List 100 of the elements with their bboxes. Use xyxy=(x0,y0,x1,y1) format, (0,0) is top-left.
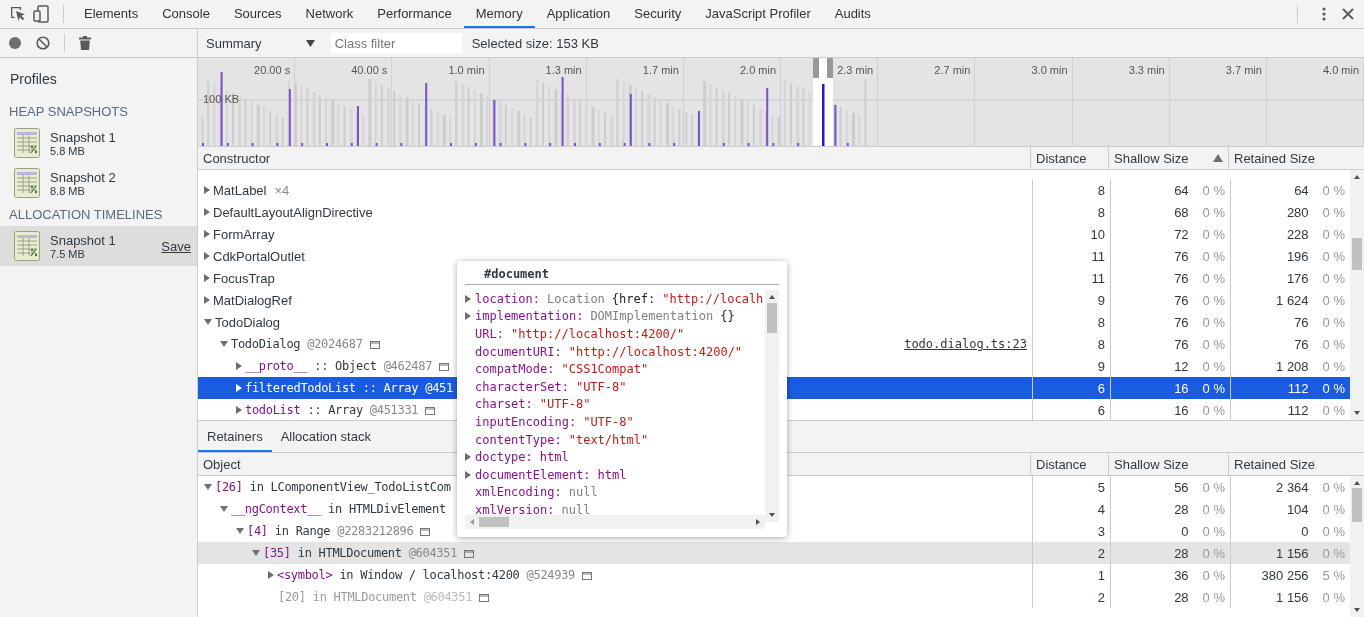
size-percent: 5 % xyxy=(1322,567,1345,583)
property-name: xmlVersion: xyxy=(475,502,555,515)
size-value: 64 xyxy=(1174,182,1189,198)
type-name: :: Array xyxy=(362,381,419,395)
property-name: URL: xyxy=(475,327,504,341)
distance-value: 8 xyxy=(1097,204,1105,220)
size-percent: 0 % xyxy=(1202,567,1225,583)
object-id: @604351 xyxy=(408,546,458,560)
size-percent: 0 % xyxy=(1202,402,1225,418)
property-value: Location xyxy=(547,291,605,306)
property-value: "http://localhost:4200/" xyxy=(568,344,743,359)
size-percent: 0 % xyxy=(1202,182,1225,198)
size-value: 196 xyxy=(1286,248,1309,264)
distance-value: 11 xyxy=(1091,270,1105,286)
size-percent: 0 % xyxy=(1202,589,1225,605)
size-value: 104 xyxy=(1286,501,1309,517)
size-value: 2 364 xyxy=(1276,479,1309,495)
size-percent: 0 % xyxy=(1202,380,1225,396)
size-value: 76 xyxy=(1174,248,1189,264)
time-tick-label: 4.0 min xyxy=(1323,63,1361,76)
relation-text: in xyxy=(249,480,264,494)
size-value: 1 156 xyxy=(1276,589,1309,605)
size-percent: 0 % xyxy=(1322,204,1345,220)
section-heading: ALLOCATION TIMELINES xyxy=(8,206,164,224)
size-value: 36 xyxy=(1174,567,1189,583)
size-percent: 0 % xyxy=(1322,336,1345,352)
relation-text: in xyxy=(339,568,354,582)
size-value: 112 xyxy=(1287,402,1309,418)
property-name: todoList xyxy=(245,403,301,417)
property-name: characterSet: xyxy=(475,379,569,394)
size-value: 0 xyxy=(1181,523,1189,539)
size-percent: 0 % xyxy=(1322,292,1345,308)
relation-text: in xyxy=(328,502,342,516)
size-value: 76 xyxy=(1174,314,1189,330)
retainer-index: [35] xyxy=(263,546,291,560)
size-value: 64 xyxy=(1294,182,1309,198)
instance-count: ×4 xyxy=(274,182,290,198)
time-tick-label: 3.0 min xyxy=(1031,63,1069,76)
object-id: @2283212896 xyxy=(337,524,414,538)
size-value: 28 xyxy=(1174,589,1189,605)
size-value: 1 624 xyxy=(1276,292,1309,308)
size-value: 1 208 xyxy=(1276,358,1309,374)
section-heading: HEAP SNAPSHOTS xyxy=(8,103,129,121)
size-percent: 0 % xyxy=(1202,270,1225,286)
size-value: 112 xyxy=(1287,380,1309,396)
size-percent: 0 % xyxy=(1202,336,1225,352)
size-percent: 0 % xyxy=(1322,248,1345,264)
size-percent: 0 % xyxy=(1202,292,1225,308)
size-value: 16 xyxy=(1174,402,1189,418)
property-value: "http://localhost:4200/" xyxy=(510,327,685,341)
holder-name: HTMLDocument xyxy=(318,546,402,560)
size-value: 176 xyxy=(1286,270,1309,286)
property-name: filteredTodoList xyxy=(245,381,356,395)
size-value: 16 xyxy=(1174,380,1189,396)
retainer-index: [20] xyxy=(278,590,306,604)
property-value: {href: xyxy=(611,291,656,306)
retainer-index: [26] xyxy=(215,480,243,494)
scale-label: 100 KB xyxy=(203,93,240,105)
time-tick-label: 1.3 min xyxy=(545,63,583,76)
property-value: DOMImplementation xyxy=(590,309,714,324)
size-value: 280 xyxy=(1286,204,1309,220)
property-name: implementation: xyxy=(475,309,584,324)
size-percent: 0 % xyxy=(1322,270,1345,286)
size-percent: 0 % xyxy=(1202,501,1225,517)
relation-text: in xyxy=(312,590,327,604)
size-percent: 0 % xyxy=(1322,479,1345,495)
size-percent: 0 % xyxy=(1322,545,1345,561)
property-value: "UTF-8" xyxy=(575,379,627,394)
class-name: DefaultLayoutAlignDirective xyxy=(213,204,373,220)
size-percent: 0 % xyxy=(1322,226,1345,242)
holder-name: HTMLDocument xyxy=(333,590,417,604)
property-name: xmlEncoding: xyxy=(475,485,562,500)
size-value: 76 xyxy=(1294,336,1309,352)
sidebar-title: Profiles xyxy=(9,70,58,89)
property-value: null xyxy=(561,502,591,515)
object-id: @604351 xyxy=(423,590,473,604)
object-id: @462487 xyxy=(383,359,433,373)
time-tick-label: 20.00 s xyxy=(254,63,292,76)
object-name: TodoDialog xyxy=(231,337,301,351)
distance-value: 6 xyxy=(1097,402,1105,418)
size-percent: 0 % xyxy=(1322,358,1345,374)
size-value: 0 xyxy=(1301,523,1309,539)
size-percent: 0 % xyxy=(1202,226,1225,242)
property-value: html xyxy=(597,467,627,482)
time-tick-label: 3.7 min xyxy=(1225,63,1263,76)
distance-value: 2 xyxy=(1097,545,1105,561)
time-tick-label: 2.7 min xyxy=(934,63,972,76)
snapshot-size: 7.5 MB xyxy=(50,247,85,260)
object-id: @451331 xyxy=(369,403,419,417)
size-value: 228 xyxy=(1286,226,1309,242)
property-name: inputEncoding: xyxy=(475,414,577,429)
holder-name: Window / localhost:4200 xyxy=(360,568,520,582)
distance-value: 8 xyxy=(1097,182,1105,198)
property-value: "http://localh xyxy=(662,291,764,306)
selected-size-text: Selected size: 153 KB xyxy=(471,35,599,51)
property-value: "CSS1Compat" xyxy=(561,362,649,377)
distance-value: 10 xyxy=(1090,226,1105,242)
retainer-index: <symbol> xyxy=(277,568,333,582)
size-value: 76 xyxy=(1294,314,1309,330)
retainer-index: [4] xyxy=(247,524,268,538)
